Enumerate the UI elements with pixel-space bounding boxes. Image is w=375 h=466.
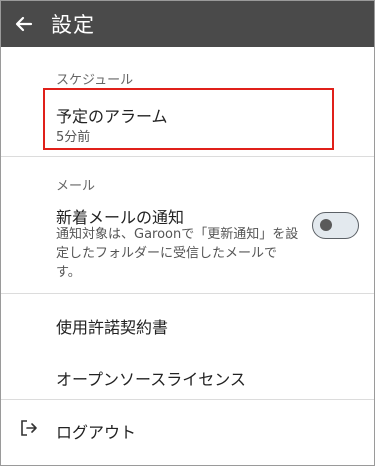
logout-icon: [21, 420, 37, 436]
section-header-schedule: スケジュール: [56, 73, 134, 88]
logout-label: ログアウト: [56, 423, 137, 442]
alarm-setting-value: 5分前: [56, 130, 91, 145]
toggle-knob: [320, 219, 332, 231]
alarm-setting-title: 予定のアラーム: [56, 107, 168, 126]
back-button[interactable]: [1, 1, 47, 47]
settings-screen: 設定 スケジュール 予定のアラーム 5分前 メール 新着メールの通知 通知対象は…: [0, 0, 375, 466]
mail-notify-description: 通知対象は、Garoonで「更新通知」を設定したフォルダーに受信したメールです。: [56, 227, 299, 280]
divider: [1, 156, 374, 157]
mail-notify-toggle[interactable]: [312, 212, 359, 239]
oss-license-label: オープンソースライセンス: [56, 370, 246, 389]
arrow-left-icon: [15, 16, 33, 32]
page-title: 設定: [51, 13, 95, 37]
app-bar: 設定: [1, 1, 374, 47]
terms-label: 使用許諾契約書: [56, 318, 169, 337]
section-header-mail: メール: [56, 179, 96, 194]
